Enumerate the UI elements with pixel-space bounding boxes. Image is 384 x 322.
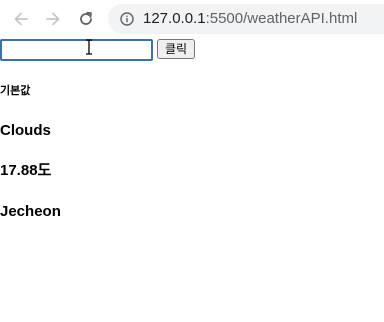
arrow-left-icon [14, 12, 28, 26]
weather-description: Clouds [0, 122, 51, 139]
address-bar[interactable]: 127.0.0.1:5500/weatherAPI.html [108, 4, 384, 34]
temperature-unit: 도 [37, 162, 52, 179]
city-input[interactable] [0, 39, 153, 61]
url-path: :5500/weatherAPI.html [205, 10, 358, 27]
temperature: 17.88도 [0, 162, 51, 180]
url-text[interactable]: 127.0.0.1:5500/weatherAPI.html [143, 10, 357, 28]
default-label: 기본값 [0, 84, 31, 97]
temperature-value: 17.88 [0, 162, 38, 179]
text-cursor-icon [86, 39, 92, 55]
city-name: Jecheon [0, 203, 61, 220]
arrow-right-icon [46, 12, 60, 26]
back-button[interactable] [10, 8, 32, 30]
browser-toolbar: 127.0.0.1:5500/weatherAPI.html [0, 0, 384, 38]
reload-icon [80, 11, 92, 25]
forward-button[interactable] [42, 8, 64, 30]
search-button[interactable]: 클릭 [157, 39, 195, 59]
url-host: 127.0.0.1 [143, 10, 206, 27]
info-icon[interactable] [120, 12, 134, 26]
reload-button[interactable] [75, 8, 97, 30]
